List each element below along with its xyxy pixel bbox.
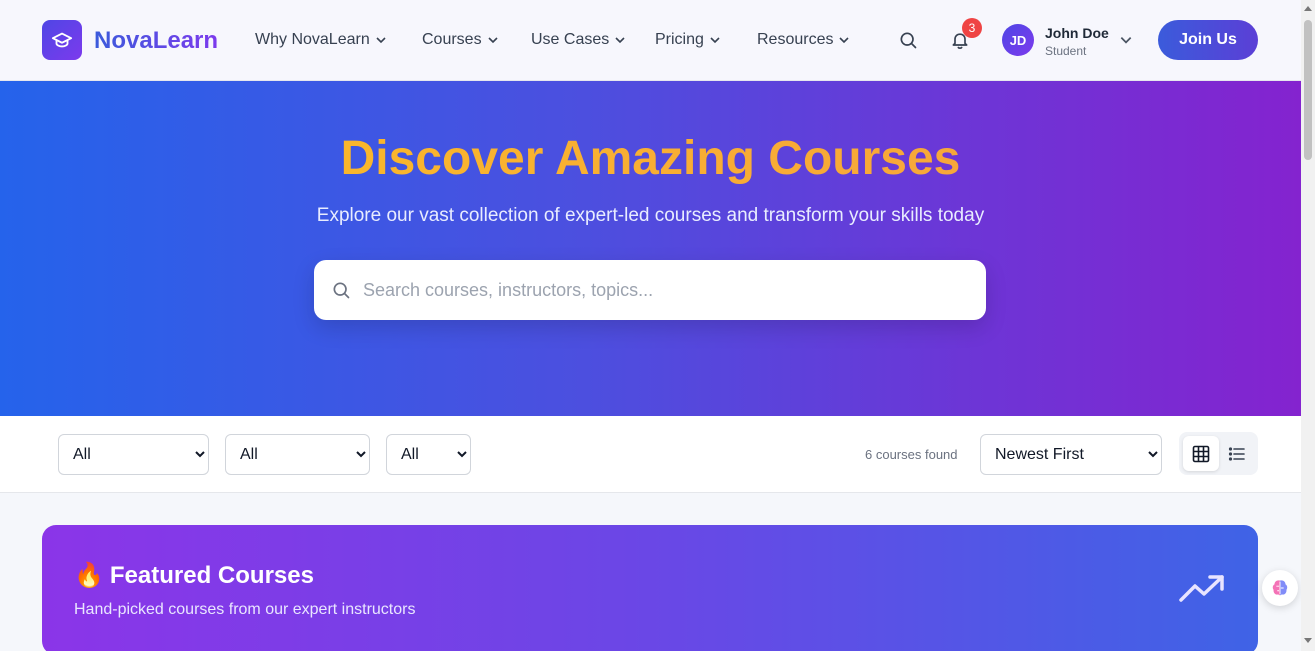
featured-title-text: Featured Courses	[109, 561, 314, 589]
hero-subtitle: Explore our vast collection of expert-le…	[316, 205, 985, 226]
search-icon	[900, 32, 917, 49]
category-filter[interactable]: All	[58, 434, 209, 475]
chevron-down-icon	[1120, 37, 1132, 44]
ai-assistant-widget[interactable]	[1262, 570, 1298, 606]
list-view-button[interactable]	[1219, 436, 1255, 471]
price-filter[interactable]: All	[386, 434, 471, 475]
join-us-button[interactable]: Join Us	[1158, 20, 1258, 60]
search-button[interactable]	[896, 28, 920, 52]
search-icon	[333, 282, 350, 299]
featured-courses-banner: 🔥 Featured Courses Hand-picked courses f…	[42, 525, 1258, 651]
chevron-down-icon	[376, 37, 386, 44]
nav-use-cases[interactable]: Use Cases	[531, 31, 626, 49]
user-role: Student	[1045, 44, 1087, 58]
grid-view-button[interactable]	[1183, 436, 1219, 471]
course-search-box	[314, 260, 986, 320]
top-header: NovaLearn Why NovaLearn Courses Use Case…	[0, 0, 1301, 81]
view-toggle	[1179, 432, 1258, 475]
nav-why-novalearn[interactable]: Why NovaLearn	[255, 31, 387, 49]
sort-select[interactable]: Newest First	[980, 434, 1162, 475]
trending-up-icon	[1179, 575, 1224, 602]
hero-section: Discover Amazing Courses Explore our vas…	[0, 81, 1301, 416]
nav-resources[interactable]: Resources	[757, 31, 850, 49]
brand-name[interactable]: NovaLearn	[94, 27, 218, 55]
nav-label: Resources	[757, 31, 834, 48]
user-name[interactable]: John Doe	[1045, 25, 1109, 41]
scroll-down-arrow[interactable]	[1304, 638, 1312, 643]
level-filter[interactable]: All	[225, 434, 370, 475]
nav-label: Why NovaLearn	[255, 31, 370, 48]
avatar[interactable]: JD	[1002, 24, 1034, 56]
course-search-input[interactable]	[363, 279, 963, 301]
brain-icon	[1272, 580, 1288, 596]
scrollbar-thumb[interactable]	[1304, 20, 1312, 160]
chevron-down-icon	[615, 37, 625, 44]
fire-icon: 🔥	[74, 562, 104, 589]
grid-icon	[1192, 445, 1210, 462]
notification-badge: 3	[962, 18, 982, 38]
nav-label: Courses	[422, 31, 482, 48]
chevron-down-icon	[710, 37, 720, 44]
chevron-down-icon	[839, 37, 850, 44]
nav-label: Pricing	[655, 31, 704, 48]
chevron-down-icon	[488, 37, 498, 44]
featured-title: 🔥 Featured Courses	[74, 561, 314, 590]
list-icon	[1228, 446, 1245, 461]
user-menu-toggle[interactable]	[1118, 32, 1134, 48]
nav-label: Use Cases	[531, 31, 610, 48]
nav-pricing[interactable]: Pricing	[655, 31, 721, 49]
graduation-cap-icon	[51, 32, 73, 48]
courses-count: 6 courses found	[865, 447, 958, 462]
scroll-up-arrow[interactable]	[1304, 6, 1312, 11]
nav-courses[interactable]: Courses	[422, 31, 499, 49]
page-scrollbar[interactable]	[1301, 0, 1315, 651]
hero-title: Discover Amazing Courses	[0, 131, 1301, 186]
featured-subtitle: Hand-picked courses from our expert inst…	[74, 601, 416, 618]
filter-bar: All All All 6 courses found Newest First	[0, 416, 1301, 493]
logo[interactable]	[42, 20, 82, 60]
